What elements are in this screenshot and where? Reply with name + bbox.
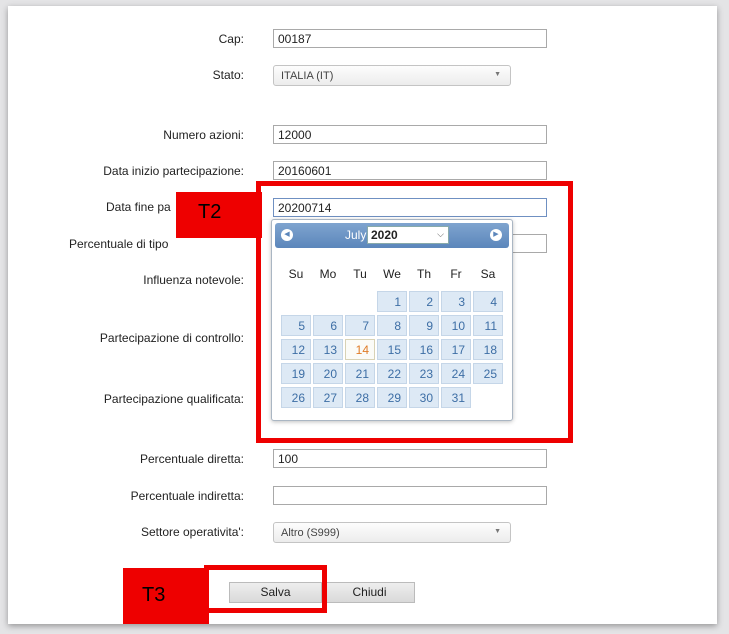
perc-indiretta-input[interactable] — [273, 486, 547, 505]
cap-input[interactable]: 00187 — [273, 29, 547, 48]
settore-label: Settore operativita': — [140, 525, 244, 539]
numero-azioni-input[interactable]: 12000 — [273, 125, 547, 144]
dropdown-arrow-icon: ▼ — [494, 528, 501, 535]
stato-select[interactable]: ITALIA (IT) ▼ — [273, 65, 511, 86]
annotation-box-t3 — [204, 565, 327, 613]
influenza-label: Influenza notevole: — [143, 273, 244, 287]
stato-value: ITALIA (IT) — [281, 70, 334, 82]
cap-label: Cap: — [218, 32, 244, 46]
data-inizio-label: Data inizio partecipazione: — [103, 164, 244, 178]
perc-diretta-label: Percentuale diretta: — [139, 452, 244, 466]
controllo-label: Partecipazione di controllo: — [99, 331, 244, 345]
settore-value: Altro (S999) — [281, 527, 340, 539]
qualificata-label: Partecipazione qualificata: — [103, 392, 244, 406]
data-inizio-input[interactable]: 20160601 — [273, 161, 547, 180]
stato-label: Stato: — [212, 68, 244, 82]
settore-select[interactable]: Altro (S999) ▼ — [273, 522, 511, 543]
annotation-box-t2 — [256, 181, 573, 443]
form-sheet: Cap: 00187 Stato: ITALIA (IT) ▼ Numero a… — [8, 6, 717, 624]
annotation-label-t2: T2 — [176, 192, 262, 238]
dropdown-arrow-icon: ▼ — [494, 71, 501, 78]
annotation-label-t3: T3 — [123, 568, 209, 624]
perc-indiretta-label: Percentuale indiretta: — [130, 489, 244, 503]
perc-diretta-input[interactable]: 100 — [273, 449, 547, 468]
close-button[interactable]: Chiudi — [324, 582, 415, 603]
numero-azioni-label: Numero azioni: — [163, 128, 244, 142]
data-fine-label: Data fine pa — [106, 200, 171, 214]
percentuale-tipo-label: Percentuale di tipo — [69, 237, 169, 251]
